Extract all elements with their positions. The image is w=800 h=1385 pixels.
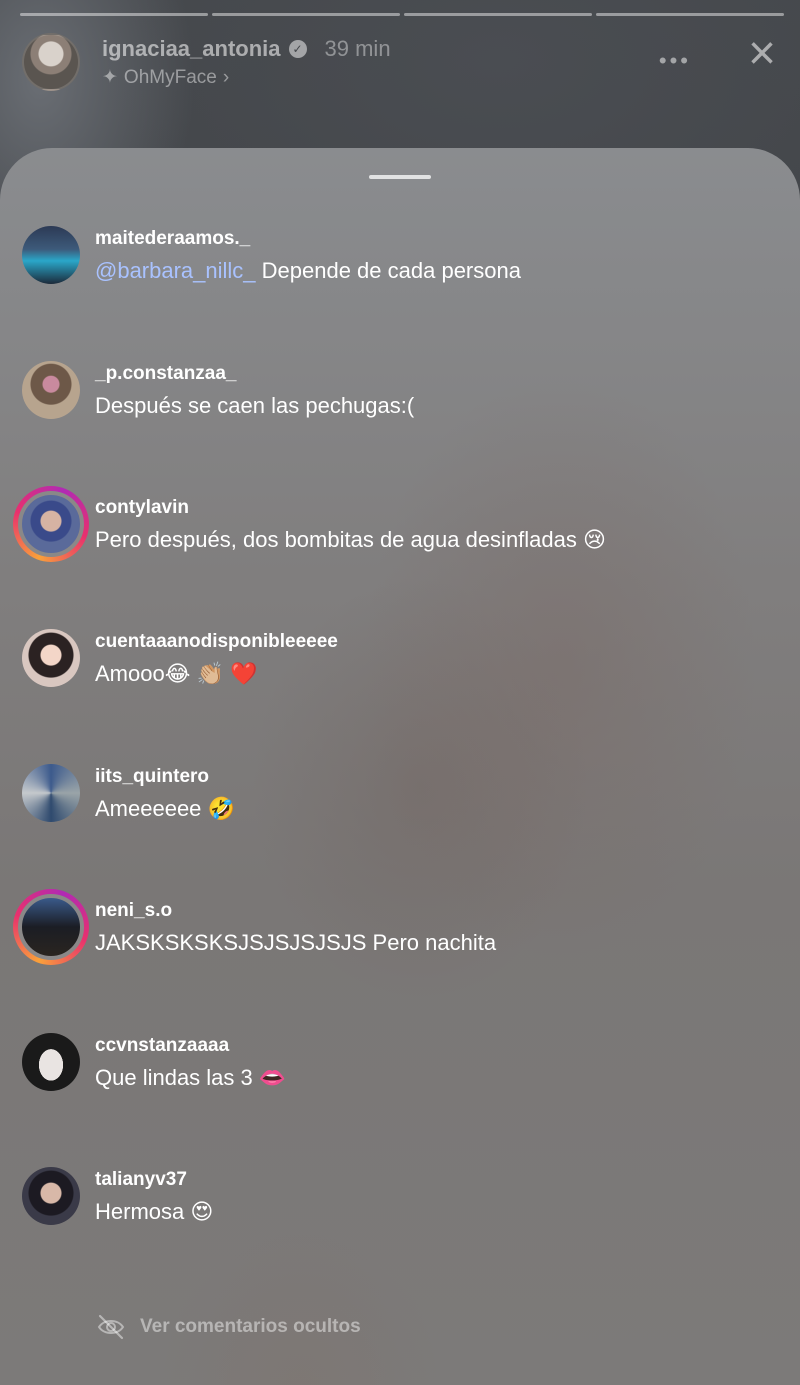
story-progress-bar <box>20 13 784 17</box>
comment-item[interactable]: neni_s.o JAKSKSKSKSJSJSJSJSJS Pero nachi… <box>13 889 780 998</box>
story-username[interactable]: ignaciaa_antonia <box>102 36 281 62</box>
comment-username[interactable]: _p.constanzaa_ <box>95 363 237 385</box>
comment-username[interactable]: talianyv37 <box>95 1169 187 1191</box>
comment-item[interactable]: talianyv37 Hermosa 😍 <box>22 1167 780 1267</box>
comment-item[interactable]: iits_quintero Ameeeeee 🤣 <box>22 764 780 864</box>
comment-item[interactable]: ccvnstanzaaaa Que lindas las 3 👄 <box>22 1033 780 1133</box>
commenter-avatar-story-ring[interactable] <box>13 889 89 965</box>
sparkle-icon: ✦ <box>102 67 118 88</box>
verified-badge-icon: ✓ <box>288 40 307 58</box>
close-icon[interactable]: × <box>740 30 784 78</box>
effect-name: OhMyFace <box>123 66 217 88</box>
chevron-right-icon: › <box>222 66 230 88</box>
comment-username[interactable]: cuentaaanodisponibleeeee <box>95 631 338 653</box>
comment-text: Que lindas las 3 👄 <box>95 1065 287 1090</box>
comment-text: Pero después, dos bombitas de agua desin… <box>95 527 606 552</box>
commenter-avatar <box>18 491 84 557</box>
more-options-icon[interactable]: ••• <box>659 48 691 74</box>
comment-username[interactable]: contylavin <box>95 497 189 519</box>
sheet-drag-handle[interactable] <box>369 175 431 179</box>
comment-username[interactable]: neni_s.o <box>95 900 172 922</box>
commenter-avatar[interactable] <box>22 764 80 822</box>
commenter-avatar[interactable] <box>22 1033 80 1091</box>
comments-sheet: maitederaamos._ @barbara_nillc_ Depende … <box>0 148 800 1385</box>
commenter-avatar[interactable] <box>22 226 80 284</box>
progress-segment <box>20 13 208 16</box>
comment-item[interactable]: contylavin Pero después, dos bombitas de… <box>13 486 780 595</box>
comment-item[interactable]: cuentaaanodisponibleeeee Amooo😂 👏🏼 ❤️ <box>22 629 780 729</box>
story-author[interactable]: ignaciaa_antonia ✓ 39 min <box>102 36 391 62</box>
commenter-avatar[interactable] <box>22 629 80 687</box>
progress-segment <box>596 13 784 16</box>
mention-link[interactable]: @barbara_nillc_ <box>95 258 256 283</box>
view-hidden-comments-button[interactable]: Ver comentarios ocultos <box>96 1314 361 1340</box>
story-author-avatar[interactable] <box>22 33 80 91</box>
comment-text: Amooo😂 👏🏼 ❤️ <box>95 661 258 686</box>
story-time: 39 min <box>324 36 391 61</box>
comment-text: Ameeeeee 🤣 <box>95 796 235 821</box>
comment-username[interactable]: maitederaamos._ <box>95 228 250 250</box>
comment-item[interactable]: _p.constanzaa_ Después se caen las pechu… <box>22 361 780 461</box>
comment-item[interactable]: maitederaamos._ @barbara_nillc_ Depende … <box>22 226 780 326</box>
commenter-avatar-story-ring[interactable] <box>13 486 89 562</box>
commenter-avatar <box>18 894 84 960</box>
comment-text: Hermosa 😍 <box>95 1199 214 1224</box>
commenter-avatar[interactable] <box>22 361 80 419</box>
eye-slash-icon <box>97 1314 125 1340</box>
comment-text: Después se caen las pechugas:( <box>95 393 415 418</box>
story-header: ignaciaa_antonia ✓ 39 min ✦ OhMyFace › •… <box>22 30 784 94</box>
commenter-avatar[interactable] <box>22 1167 80 1225</box>
comment-username[interactable]: ccvnstanzaaaa <box>95 1035 229 1057</box>
story-effect-link[interactable]: ✦ OhMyFace › <box>102 66 229 89</box>
progress-segment <box>212 13 400 16</box>
view-hidden-comments-label: Ver comentarios ocultos <box>140 1316 361 1337</box>
progress-segment <box>404 13 592 16</box>
comment-text: JAKSKSKSKSJSJSJSJSJS Pero nachita <box>95 930 497 955</box>
comment-text: @barbara_nillc_ Depende de cada persona <box>95 258 521 283</box>
comment-username[interactable]: iits_quintero <box>95 766 209 788</box>
